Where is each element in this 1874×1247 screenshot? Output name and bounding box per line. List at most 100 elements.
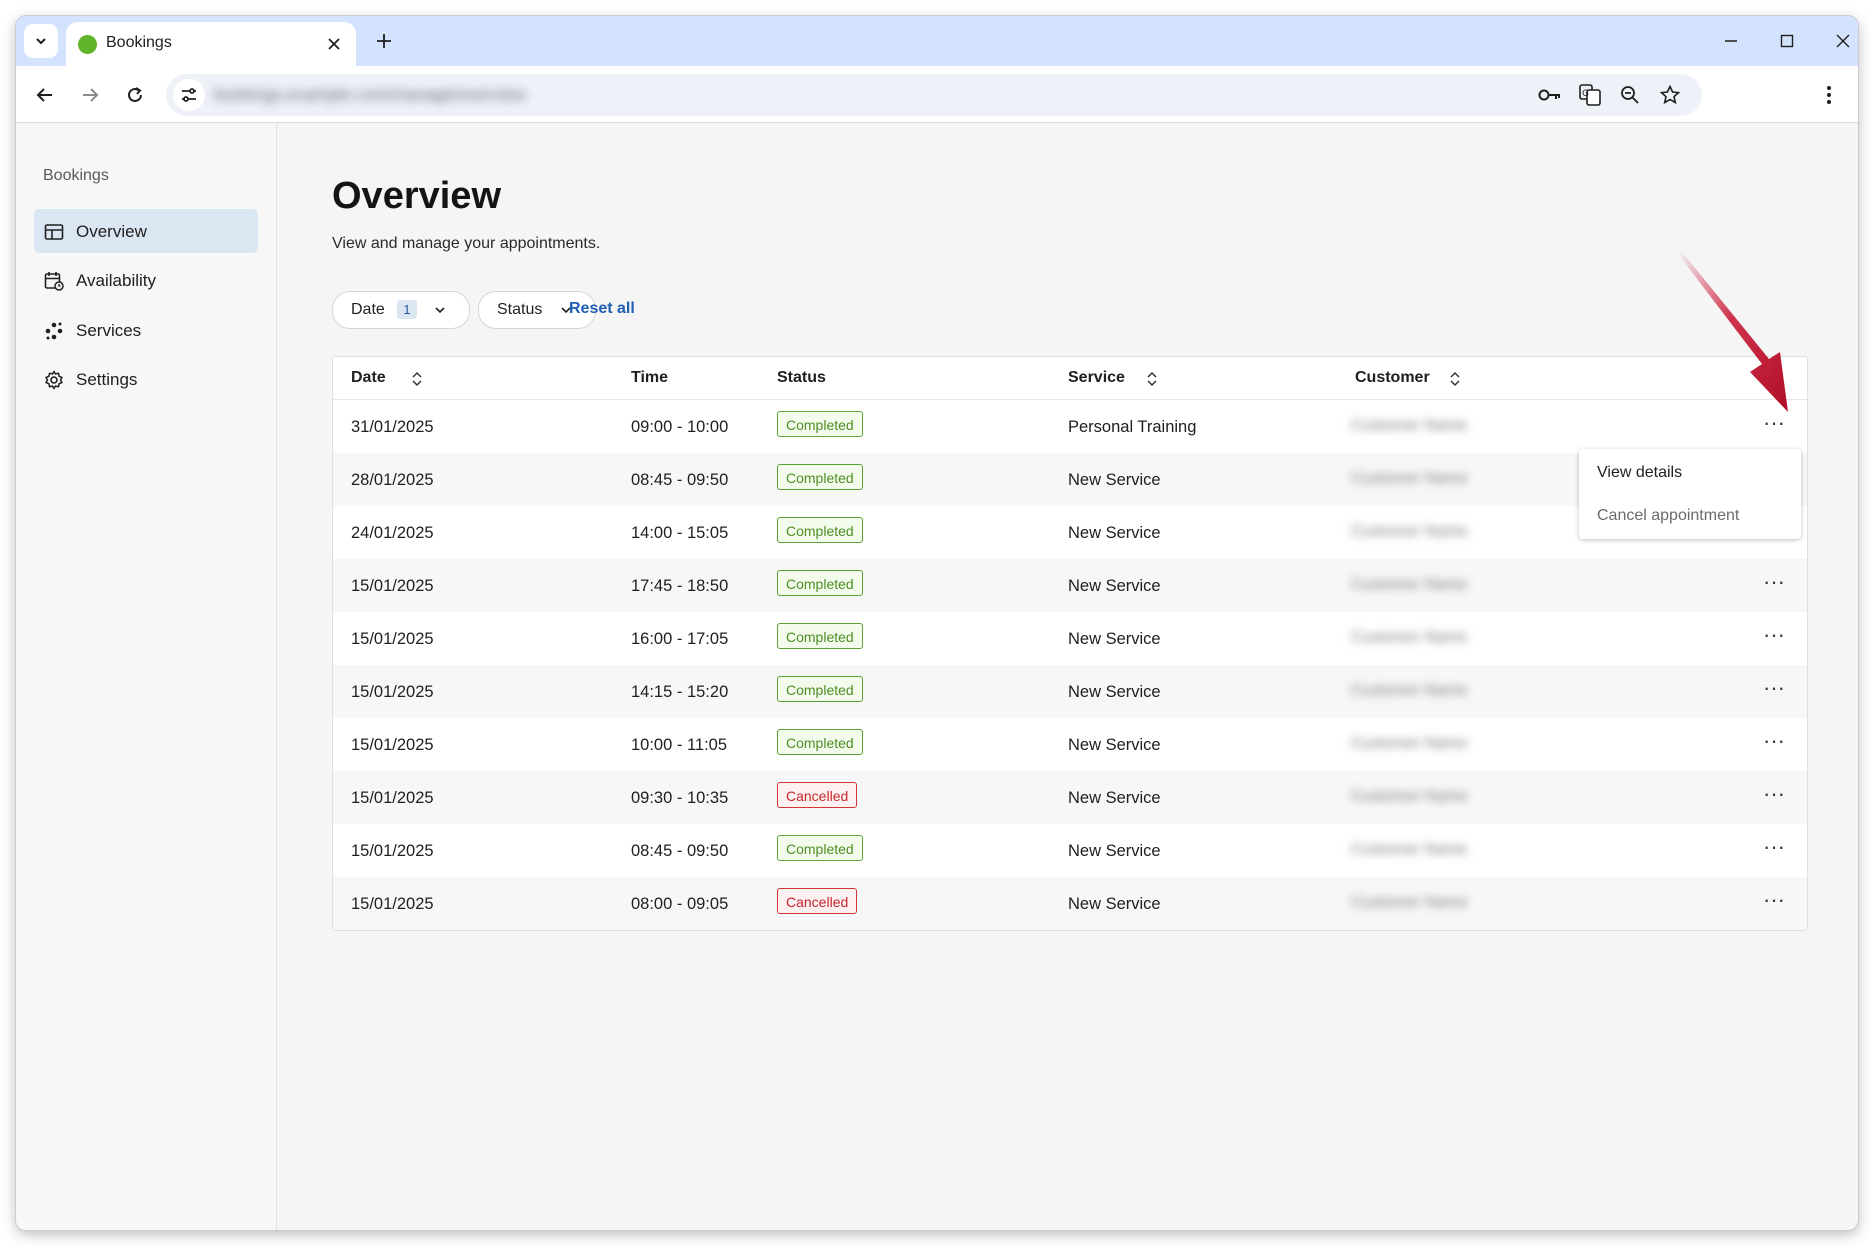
cell-service: New Service bbox=[1068, 471, 1161, 489]
sidebar-item-settings[interactable]: Settings bbox=[34, 357, 258, 401]
cell-customer: Customer Name bbox=[1351, 841, 1468, 858]
cell-service: Personal Training bbox=[1068, 418, 1197, 436]
cell-time: 08:45 - 09:50 bbox=[631, 842, 729, 860]
status-badge: Completed bbox=[777, 411, 863, 437]
cell-time: 09:30 - 10:35 bbox=[631, 789, 729, 807]
cell-service: New Service bbox=[1068, 789, 1161, 807]
row-actions-button[interactable]: ··· bbox=[1757, 622, 1791, 652]
table-row[interactable]: 15/01/2025 09:30 - 10:35 Cancelled New Serv… bbox=[333, 771, 1807, 824]
cell-customer: Customer Name bbox=[1351, 523, 1468, 540]
tab-close-button[interactable] bbox=[322, 32, 346, 56]
cell-customer: Customer Name bbox=[1351, 470, 1468, 487]
table-row[interactable]: 15/01/2025 17:45 - 18:50 Completed New Serv… bbox=[333, 559, 1807, 612]
column-header-date: Date bbox=[351, 369, 386, 386]
minimize-icon bbox=[1725, 40, 1737, 42]
cell-time: 09:00 - 10:00 bbox=[631, 418, 729, 436]
site-info-button[interactable] bbox=[173, 79, 205, 111]
status-filter-label: Status bbox=[497, 301, 543, 318]
cell-customer: Customer Name bbox=[1351, 788, 1468, 805]
sidebar-item-label: Availability bbox=[76, 271, 157, 290]
arrow-left-icon bbox=[36, 88, 52, 102]
row-actions-button[interactable]: ··· bbox=[1757, 728, 1791, 758]
cell-date: 15/01/2025 bbox=[351, 895, 434, 913]
cell-time: 16:00 - 17:05 bbox=[631, 630, 729, 648]
sort-icon[interactable] bbox=[1449, 370, 1461, 388]
tab-title: Bookings bbox=[106, 34, 172, 51]
arrow-right-icon bbox=[83, 88, 99, 102]
sidebar-item-services[interactable]: Services bbox=[34, 308, 258, 352]
cell-customer: Customer Name bbox=[1351, 417, 1468, 434]
browser-tab[interactable]: Bookings bbox=[66, 22, 356, 66]
cell-time: 17:45 - 18:50 bbox=[631, 577, 729, 595]
status-badge: Completed bbox=[777, 676, 863, 702]
date-filter-chip[interactable]: Date 1 bbox=[332, 291, 470, 329]
annotation-arrow bbox=[1678, 252, 1788, 412]
services-network-icon bbox=[45, 322, 63, 340]
cell-customer: Customer Name bbox=[1351, 629, 1468, 646]
url-text: bookings.example.com/manage/overview bbox=[214, 85, 526, 104]
cell-customer: Customer Name bbox=[1351, 894, 1468, 911]
browser-window: Bookings bookings.example.com/manage/ove… bbox=[16, 16, 1858, 1230]
cell-customer: Customer Name bbox=[1351, 735, 1468, 752]
cell-service: New Service bbox=[1068, 524, 1161, 542]
table-row[interactable]: 15/01/2025 16:00 - 17:05 Completed New Serv… bbox=[333, 612, 1807, 665]
status-badge: Completed bbox=[777, 517, 863, 543]
chevron-down-icon bbox=[36, 38, 46, 45]
date-filter-label: Date bbox=[351, 301, 385, 318]
sort-icon[interactable] bbox=[411, 370, 423, 388]
row-actions-button[interactable]: ··· bbox=[1757, 675, 1791, 705]
sidebar-title: Bookings bbox=[43, 167, 109, 184]
table-row[interactable]: 31/01/2025 09:00 - 10:00 Completed Personal… bbox=[333, 400, 1807, 453]
table-row[interactable]: 15/01/2025 08:00 - 09:05 Cancelled New Serv… bbox=[333, 877, 1807, 930]
table-row[interactable]: 15/01/2025 14:15 - 15:20 Completed New Serv… bbox=[333, 665, 1807, 718]
sidebar-item-availability[interactable]: Availability bbox=[34, 258, 258, 302]
status-badge: Completed bbox=[777, 623, 863, 649]
more-vertical-icon bbox=[1827, 86, 1831, 104]
status-badge: Completed bbox=[777, 835, 863, 861]
cell-date: 15/01/2025 bbox=[351, 577, 434, 595]
back-button[interactable] bbox=[28, 78, 62, 112]
table-row[interactable]: 15/01/2025 08:45 - 09:50 Completed New Serv… bbox=[333, 824, 1807, 877]
sidebar-item-label: Services bbox=[76, 321, 142, 340]
table-header: Date Time Status Service Customer bbox=[333, 357, 1807, 400]
view-details-menu-item[interactable]: View details bbox=[1597, 464, 1682, 482]
password-key-button[interactable] bbox=[1534, 79, 1566, 111]
tab-search-button[interactable] bbox=[24, 24, 58, 58]
forward-button[interactable] bbox=[73, 78, 107, 112]
cell-customer: Customer Name bbox=[1351, 576, 1468, 593]
translate-button[interactable]: G bbox=[1574, 79, 1606, 111]
key-icon bbox=[1538, 89, 1560, 101]
close-window-button[interactable] bbox=[1821, 25, 1858, 57]
row-actions-button[interactable]: ··· bbox=[1757, 569, 1791, 599]
bookmark-button[interactable] bbox=[1654, 79, 1686, 111]
cell-date: 28/01/2025 bbox=[351, 471, 434, 489]
address-bar[interactable]: bookings.example.com/manage/overview G bbox=[166, 74, 1702, 116]
maximize-button[interactable] bbox=[1765, 25, 1809, 57]
reload-button[interactable] bbox=[118, 78, 152, 112]
row-actions-button[interactable]: ··· bbox=[1757, 834, 1791, 864]
cell-service: New Service bbox=[1068, 842, 1161, 860]
cell-service: New Service bbox=[1068, 736, 1161, 754]
row-actions-button[interactable]: ··· bbox=[1757, 781, 1791, 811]
table-layout-icon bbox=[44, 224, 64, 240]
sidebar-item-label: Settings bbox=[76, 370, 138, 389]
browser-menu-button[interactable] bbox=[1812, 78, 1846, 112]
cell-time: 14:00 - 15:05 bbox=[631, 524, 729, 542]
new-tab-button[interactable] bbox=[368, 25, 400, 57]
plus-icon bbox=[377, 34, 391, 48]
zoom-button[interactable] bbox=[1614, 79, 1646, 111]
sidebar: Bookings Overview Availability Services … bbox=[16, 123, 277, 1230]
table-row[interactable]: 15/01/2025 10:00 - 11:05 Completed New Serv… bbox=[333, 718, 1807, 771]
sort-icon[interactable] bbox=[1146, 370, 1158, 388]
cell-date: 15/01/2025 bbox=[351, 789, 434, 807]
cell-service: New Service bbox=[1068, 683, 1161, 701]
main-content: Overview View and manage your appointmen… bbox=[278, 123, 1858, 1230]
row-actions-button[interactable]: ··· bbox=[1757, 887, 1791, 917]
status-badge: Cancelled bbox=[777, 888, 858, 914]
cell-service: New Service bbox=[1068, 577, 1161, 595]
sidebar-item-overview[interactable]: Overview bbox=[34, 209, 258, 253]
minimize-button[interactable] bbox=[1709, 25, 1753, 57]
row-context-menu: View details Cancel appointment bbox=[1579, 449, 1801, 539]
cancel-appointment-menu-item[interactable]: Cancel appointment bbox=[1597, 507, 1739, 525]
reset-all-link[interactable]: Reset all bbox=[569, 300, 635, 318]
